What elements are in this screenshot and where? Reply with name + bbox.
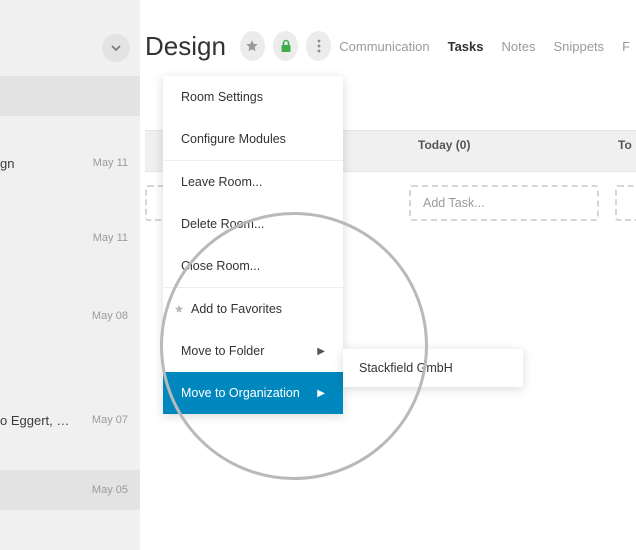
sidebar-item-date: May 08	[92, 310, 128, 322]
sidebar-item[interactable]: May 11	[0, 218, 140, 258]
menu-item-label: Leave Room...	[181, 175, 262, 189]
menu-item-move-to-organization[interactable]: Move to Organization ▶	[163, 372, 343, 414]
menu-item-add-to-favorites[interactable]: Add to Favorites	[163, 288, 343, 330]
sidebar-item-date: May 05	[92, 484, 128, 496]
sidebar-item-date: May 11	[93, 157, 128, 169]
favorite-button[interactable]	[240, 31, 265, 61]
column-header-tomorrow: To	[618, 138, 632, 152]
menu-item-move-to-folder[interactable]: Move to Folder ▶	[163, 330, 343, 372]
sidebar-item[interactable]: May 05	[0, 470, 140, 510]
tab-communication[interactable]: Communication	[339, 39, 429, 54]
menu-item-label: Stackfield GmbH	[359, 361, 453, 375]
sidebar-item-date: May 11	[93, 232, 128, 244]
tab-more[interactable]: F	[622, 39, 630, 54]
menu-item-close-room[interactable]: Close Room...	[163, 245, 343, 287]
menu-item-label: Add to Favorites	[191, 302, 282, 316]
privacy-indicator[interactable]	[273, 31, 298, 61]
room-tabs: Communication Tasks Notes Snippets F	[339, 39, 636, 54]
lock-icon	[280, 39, 292, 53]
sidebar-item-label: o Eggert, …	[0, 413, 69, 428]
collapse-sidebar-button[interactable]	[102, 34, 130, 62]
menu-item-delete-room[interactable]: Delete Room...	[163, 203, 343, 245]
menu-item-room-settings[interactable]: Room Settings	[163, 76, 343, 118]
chevron-down-icon	[110, 42, 122, 54]
sidebar-item-date: May 07	[92, 414, 128, 426]
menu-item-label: Move to Organization	[181, 386, 300, 400]
room-title: Design	[145, 31, 226, 62]
room-menu-button[interactable]	[306, 31, 331, 61]
star-icon	[245, 39, 259, 53]
sidebar-item[interactable]: o Eggert, … May 07	[0, 400, 140, 440]
room-menu-dropdown: Room Settings Configure Modules Leave Ro…	[163, 76, 343, 414]
menu-item-label: Configure Modules	[181, 132, 286, 146]
move-to-organization-submenu: Stackfield GmbH	[343, 349, 523, 387]
kebab-icon	[317, 39, 321, 53]
column-header-today: Today (0)	[418, 138, 470, 152]
menu-item-label: Room Settings	[181, 90, 263, 104]
add-task-input-today[interactable]: Add Task...	[409, 185, 599, 221]
sidebar-item[interactable]: May 08	[0, 296, 140, 336]
sidebar-item-label: gn	[0, 156, 14, 171]
menu-item-label: Delete Room...	[181, 217, 264, 231]
sidebar-item[interactable]: gn May 11	[0, 143, 140, 183]
add-task-input-tomorrow[interactable]	[615, 185, 636, 221]
tab-notes[interactable]: Notes	[502, 39, 536, 54]
chevron-right-icon: ▶	[317, 346, 325, 357]
star-icon	[173, 304, 185, 314]
sidebar: gn May 11 May 11 May 08 o Eggert, … May …	[0, 0, 140, 550]
menu-item-leave-room[interactable]: Leave Room...	[163, 161, 343, 203]
menu-item-configure-modules[interactable]: Configure Modules	[163, 118, 343, 160]
submenu-item-organization[interactable]: Stackfield GmbH	[343, 349, 523, 387]
tab-snippets[interactable]: Snippets	[553, 39, 604, 54]
menu-item-label: Move to Folder	[181, 344, 264, 358]
tab-tasks[interactable]: Tasks	[448, 39, 484, 54]
chevron-right-icon: ▶	[317, 388, 325, 399]
room-header: Design Communication Tasks Notes Snippet…	[145, 26, 636, 66]
menu-item-label: Close Room...	[181, 259, 260, 273]
